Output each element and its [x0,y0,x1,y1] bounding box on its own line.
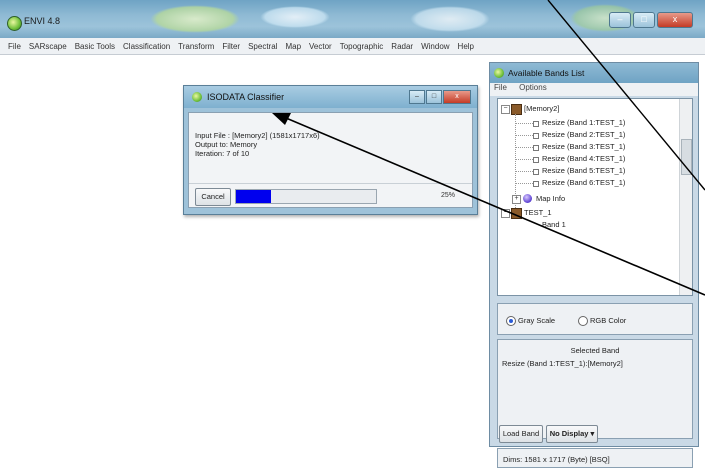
dialog-minimize-button[interactable]: – [409,90,425,104]
bands-menu-file[interactable]: File [494,83,507,92]
bands-list-titlebar[interactable]: Available Bands List [490,63,698,83]
display-select-value: No Display [549,429,589,438]
selected-band-heading: Selected Band [570,346,620,355]
tree-connector [515,147,533,148]
output-text: Output to: Memory [195,140,258,149]
rgb-color-radio[interactable] [578,316,588,326]
load-band-button[interactable]: Load Band [499,425,543,443]
menu-basic-tools[interactable]: Basic Tools [75,42,115,51]
menu-topographic[interactable]: Topographic [340,42,384,51]
tree-connector [515,135,533,136]
minimize-button[interactable]: – [609,12,631,28]
window-controls: – □ x [609,12,693,28]
menu-map[interactable]: Map [285,42,301,51]
dialog-close-button[interactable]: x [443,90,471,104]
menu-vector[interactable]: Vector [309,42,332,51]
tree-root-memory2[interactable]: [Memory2] [524,104,559,113]
progress-percent: 25% [441,192,456,199]
bands-list-title: Available Bands List [508,68,585,78]
dialog-titlebar[interactable]: ISODATA Classifier – □ x [184,86,477,108]
tree-map-info[interactable]: Map Info [536,194,565,203]
maximize-button[interactable]: □ [633,12,655,28]
main-titlebar: ENVI 4.8 – □ x [0,0,705,38]
main-menubar: File SARscape Basic Tools Classification… [0,38,705,55]
band-leaf-icon [533,145,539,151]
input-file-text: Input File : [Memory2] (1581x1717x6) [195,131,320,140]
tree-connector [515,183,533,184]
gray-scale-label[interactable]: Gray Scale [518,316,555,325]
globe-icon [523,194,532,203]
expand-toggle-icon[interactable]: + [512,195,521,204]
collapse-toggle-icon[interactable]: − [501,209,510,218]
menu-spectral[interactable]: Spectral [248,42,277,51]
close-button[interactable]: x [657,12,693,28]
file-database-icon [511,104,522,115]
tree-root-test1[interactable]: TEST_1 [524,208,552,217]
dialog-window-controls: – □ x [409,90,471,104]
tree-band-item[interactable]: Band 1 [542,220,566,229]
progress-bar [235,189,377,204]
rgb-color-label[interactable]: RGB Color [590,316,626,325]
dialog-title: ISODATA Classifier [207,92,285,102]
isodata-dialog: ISODATA Classifier – □ x Input File : [M… [183,85,478,215]
envi-app-icon [7,16,22,31]
dims-text: Dims: 1581 x 1717 (Byte) [BSQ] [503,455,610,464]
band-leaf-icon [533,181,539,187]
progress-fill [236,190,271,203]
file-database-icon [511,208,522,219]
envi-app-icon [494,68,504,78]
tree-band-item[interactable]: Resize (Band 3:TEST_1) [542,142,625,151]
tree-band-item[interactable]: Resize (Band 6:TEST_1) [542,178,625,187]
menu-sarscape[interactable]: SARscape [29,42,67,51]
band-leaf-icon [533,157,539,163]
selected-band-value: Resize (Band 1:TEST_1):[Memory2] [502,359,623,368]
band-leaf-icon [533,121,539,127]
bands-list-menubar: File Options [490,83,698,96]
dims-panel: Dims: 1581 x 1717 (Byte) [BSQ] [497,448,693,468]
gray-scale-radio[interactable] [506,316,516,326]
scrollbar-thumb[interactable] [681,139,692,175]
tree-connector [515,123,533,124]
tree-connector [515,159,533,160]
tree-band-item[interactable]: Resize (Band 5:TEST_1) [542,166,625,175]
menu-help[interactable]: Help [458,42,474,51]
titlebar-decoration [260,6,330,28]
selected-band-panel: Selected Band Resize (Band 1:TEST_1):[Me… [497,339,693,439]
bands-tree[interactable]: − [Memory2] Resize (Band 1:TEST_1) Resiz… [497,98,693,296]
display-mode-group: Gray Scale RGB Color [497,303,693,335]
dialog-body: Input File : [Memory2] (1581x1717x6) Out… [188,112,473,208]
collapse-toggle-icon[interactable]: − [501,105,510,114]
menu-file[interactable]: File [8,42,21,51]
app-title: ENVI 4.8 [24,16,61,26]
cancel-button[interactable]: Cancel [195,188,231,206]
display-select-dropdown[interactable]: No Display ▾ [546,425,598,443]
band-leaf-icon [533,133,539,139]
titlebar-decoration [150,5,240,33]
band-leaf-icon [533,169,539,175]
titlebar-decoration [410,6,490,32]
tree-band-item[interactable]: Resize (Band 2:TEST_1) [542,130,625,139]
chevron-down-icon: ▾ [590,429,595,438]
tree-band-item[interactable]: Resize (Band 1:TEST_1) [542,118,625,127]
tree-band-item[interactable]: Resize (Band 4:TEST_1) [542,154,625,163]
tree-connector [515,171,533,172]
menu-classification[interactable]: Classification [123,42,170,51]
menu-window[interactable]: Window [421,42,449,51]
menu-radar[interactable]: Radar [391,42,413,51]
dialog-maximize-button[interactable]: □ [426,90,442,104]
progress-area: Cancel 25% [189,183,472,208]
menu-filter[interactable]: Filter [222,42,240,51]
envi-app-icon [192,92,202,102]
iteration-text: Iteration: 7 of 10 [195,149,250,158]
available-bands-list-window: Available Bands List File Options − [Mem… [489,62,699,468]
tree-scrollbar[interactable] [679,99,692,295]
menu-transform[interactable]: Transform [178,42,214,51]
bands-menu-options[interactable]: Options [519,83,547,92]
